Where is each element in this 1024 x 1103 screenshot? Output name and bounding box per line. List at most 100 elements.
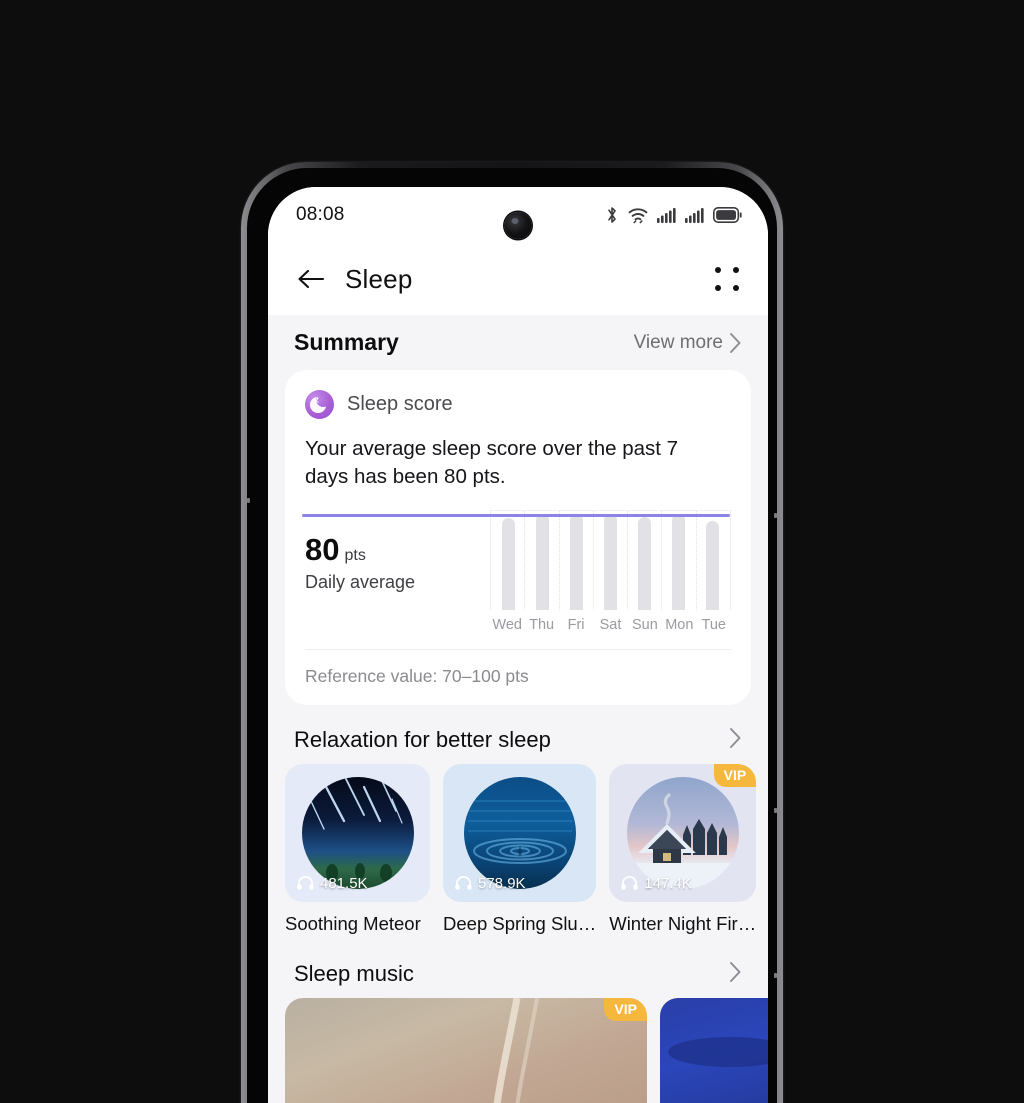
chart-bars — [491, 511, 730, 610]
svg-text:z: z — [315, 394, 320, 404]
status-bar: 08:08 — [268, 187, 768, 243]
sleep-music-card[interactable] — [660, 997, 768, 1103]
relaxation-card-title: Deep Spring Slu… — [443, 912, 597, 934]
chart-reference-line — [302, 514, 730, 518]
battery-icon — [713, 207, 742, 223]
antenna-line-right-2 — [774, 808, 777, 813]
chart-bar-slot — [696, 511, 730, 610]
chart-bar — [535, 514, 549, 610]
sleep-score-card-header: z Sleep score — [305, 390, 731, 419]
relaxation-more-button[interactable] — [729, 727, 742, 754]
back-button[interactable] — [294, 262, 328, 296]
chart-x-label: Sun — [631, 616, 658, 633]
front-camera-punch-hole — [504, 212, 532, 239]
chart-bar-slot — [628, 511, 662, 610]
relaxation-card-tile[interactable]: 481.5K — [285, 763, 430, 902]
relaxation-card-artwork — [301, 776, 414, 889]
chart-x-label: Mon — [665, 616, 694, 633]
relaxation-card[interactable]: 147.4K VIP Winter Night Fir… — [609, 763, 757, 935]
summary-title: Summary — [294, 329, 399, 355]
relaxation-card-tile[interactable]: 147.4K VIP — [609, 763, 757, 902]
relaxation-card[interactable]: 578.9K Deep Spring Slu… — [443, 763, 597, 935]
vip-badge: VIP — [713, 763, 757, 787]
chart-x-label: Thu — [529, 616, 555, 633]
chart-bar-slot — [559, 511, 593, 610]
sleep-score-label: Sleep score — [347, 393, 453, 415]
relaxation-card-title: Winter Night Fir… — [609, 912, 757, 934]
chevron-right-icon — [730, 961, 741, 982]
back-arrow-icon — [298, 269, 325, 289]
chart-bar-slot — [593, 511, 627, 610]
sleep-music-carousel[interactable]: VIPSandelwood — [268, 997, 768, 1103]
view-more-label: View more — [633, 331, 723, 353]
page-title: Sleep — [345, 263, 413, 294]
relaxation-title: Relaxation for better sleep — [294, 727, 551, 753]
chevron-right-icon — [730, 332, 741, 353]
signal-icon-1 — [657, 207, 676, 223]
antenna-line-left-1 — [247, 498, 250, 503]
sleep-music-title: Sleep music — [294, 961, 414, 987]
view-more-button[interactable]: View more — [634, 332, 742, 354]
sleep-score-sentence: Your average sleep score over the past 7… — [305, 437, 679, 489]
menu-dot — [733, 267, 739, 273]
relaxation-card[interactable]: 481.5K Soothing Meteor — [285, 763, 430, 935]
relaxation-play-count: 147.4K — [621, 875, 692, 892]
bluetooth-icon — [608, 207, 616, 223]
relaxation-play-count: 578.9K — [455, 875, 526, 892]
relaxation-play-count-value: 578.9K — [478, 874, 526, 892]
status-time: 08:08 — [296, 204, 345, 225]
headphones-icon — [297, 876, 314, 890]
menu-dot — [715, 285, 721, 291]
phone-bezel: 08:08 Sleep Summary View more z Sleep sc… — [247, 168, 777, 1103]
sleep-music-more-button[interactable] — [729, 961, 742, 988]
summary-section-header: Summary View more — [268, 315, 768, 368]
daily-average-value: 80 — [305, 531, 340, 567]
headphones-icon — [621, 876, 638, 890]
four-dot-menu-icon[interactable] — [710, 262, 744, 296]
chart-x-axis-labels: Wed Thu Fri Sat Sun Mon Tue — [490, 617, 731, 633]
scroll-content[interactable]: Summary View more z Sleep score Your ave… — [268, 315, 768, 1103]
relaxation-play-count: 481.5K — [297, 875, 368, 892]
relaxation-card-artwork — [626, 776, 739, 889]
sleep-score-chart-row: 80 pts Daily average Wed Thu Fri Sat Sun… — [302, 509, 731, 647]
chart-bar — [603, 514, 617, 610]
relaxation-section-header: Relaxation for better sleep — [268, 705, 768, 764]
signal-icon-2 — [685, 207, 704, 223]
daily-average-block: 80 pts Daily average — [305, 510, 490, 633]
sleep-music-card[interactable]: VIPSandelwood — [285, 997, 647, 1103]
chart-x-label: Wed — [492, 616, 522, 633]
status-icon-group — [605, 206, 742, 224]
chart-bar-slot — [491, 511, 525, 610]
sleep-score-bar-chart[interactable]: Wed Thu Fri Sat Sun Mon Tue — [302, 509, 731, 633]
chart-x-label: Tue — [701, 616, 726, 633]
relaxation-card-artwork — [463, 776, 576, 889]
sleep-score-card[interactable]: z Sleep score Your average sleep score o… — [285, 370, 751, 705]
screenshot-stage: 08:08 Sleep Summary View more z Sleep sc… — [0, 0, 1024, 1103]
chart-bar-slot — [662, 511, 696, 610]
menu-dot — [715, 267, 721, 273]
wifi-icon — [628, 207, 648, 223]
app-header: Sleep — [268, 243, 768, 315]
chart-bar — [672, 514, 686, 610]
daily-average-unit: pts — [344, 546, 366, 564]
chart-bar-slot — [525, 511, 559, 610]
reference-value-note: Reference value: 70–100 pts — [305, 648, 731, 705]
antenna-line-right-1 — [774, 513, 777, 518]
daily-average-caption: Daily average — [305, 571, 416, 592]
chevron-right-icon — [730, 727, 741, 748]
relaxation-play-count-value: 147.4K — [644, 874, 692, 892]
relaxation-card-title: Soothing Meteor — [285, 912, 421, 934]
phone-screen: 08:08 Sleep Summary View more z Sleep sc… — [268, 187, 768, 1103]
sleep-moon-icon: z — [305, 390, 334, 419]
headphones-icon — [455, 876, 472, 890]
chart-bar — [706, 520, 720, 610]
antenna-line-right-3 — [774, 973, 777, 978]
phone-device-frame: 08:08 Sleep Summary View more z Sleep sc… — [241, 162, 783, 1103]
chart-bar — [638, 517, 652, 610]
chart-x-label: Sat — [599, 616, 622, 633]
chart-bar — [501, 518, 515, 610]
relaxation-carousel[interactable]: 481.5K Soothing Meteor 578.9K Deep Spring … — [268, 763, 768, 935]
chart-bar — [569, 514, 583, 610]
relaxation-card-tile[interactable]: 578.9K — [443, 763, 597, 902]
daily-average-value-row: 80 pts — [305, 534, 490, 565]
